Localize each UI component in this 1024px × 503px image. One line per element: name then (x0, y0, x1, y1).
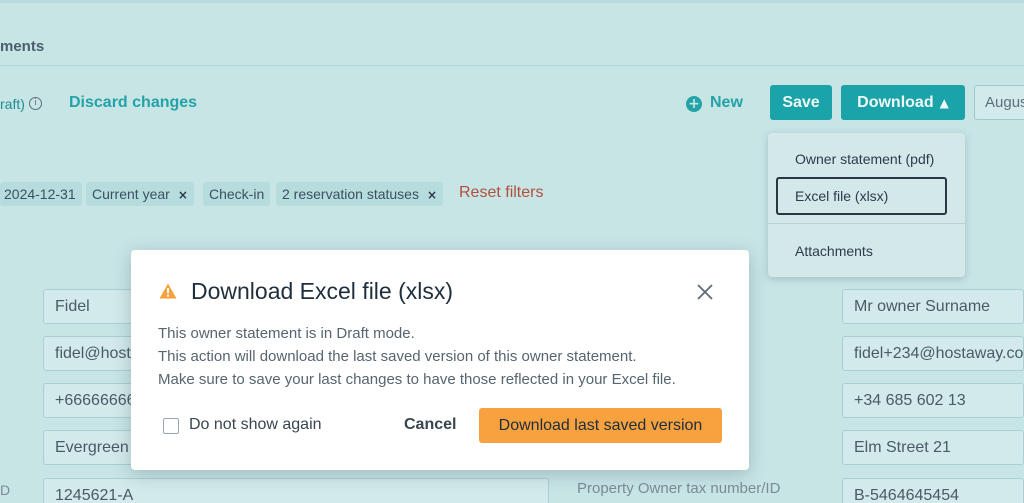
save-button[interactable]: Save (770, 85, 832, 120)
tax-number-field[interactable]: B-5464645454 (842, 478, 1024, 503)
draft-status-label: raft) (0, 96, 25, 112)
download-button[interactable]: Download ▲ (841, 85, 965, 120)
do-not-show-again-label[interactable]: Do not show again (189, 416, 322, 434)
modal-message-line: This owner statement is in Draft mode. (158, 325, 415, 342)
close-icon[interactable]: × (427, 188, 437, 202)
filter-chip-statuses[interactable]: 2 reservation statuses × (276, 182, 444, 206)
download-last-saved-button[interactable]: Download last saved version (479, 408, 722, 443)
tax-number-label: Property Owner tax number/ID (577, 480, 781, 497)
download-excel-modal: Download Excel file (xlsx) This owner st… (131, 250, 749, 470)
download-button-label: Download (857, 94, 934, 111)
download-menu: Owner statement (pdf) Excel file (xlsx) … (768, 133, 965, 277)
new-button[interactable]: + New (686, 94, 743, 112)
street-field[interactable]: Elm Street 21 (842, 430, 1024, 465)
address-field[interactable]: Evergreen (43, 430, 143, 465)
close-icon[interactable]: × (178, 188, 188, 202)
filter-chip-check-in[interactable]: Check-in (203, 182, 271, 206)
surname-field[interactable]: Mr owner Surname (842, 289, 1024, 324)
secondary-email-field[interactable]: fidel+234@hostaway.co (842, 336, 1024, 371)
reset-filters-link[interactable]: Reset filters (459, 184, 543, 202)
secondary-phone-field[interactable]: +34 685 602 13 (842, 383, 1024, 418)
phone-field[interactable]: +666666666 (43, 383, 143, 418)
discard-changes-button[interactable]: Discard changes (69, 94, 197, 112)
tab-divider (0, 65, 1024, 66)
close-icon[interactable] (696, 283, 714, 301)
modal-title: Download Excel file (xlsx) (191, 278, 454, 304)
cancel-button[interactable]: Cancel (404, 416, 456, 434)
menu-item-owner-statement-pdf[interactable]: Owner statement (pdf) (795, 151, 934, 167)
left-field-label: D (0, 482, 11, 498)
filter-chip-current-year[interactable]: Current year × (86, 182, 194, 206)
chevron-up-icon: ▲ (939, 96, 949, 110)
filter-chip-label: 2 reservation statuses (282, 186, 419, 202)
info-icon[interactable]: i (29, 97, 42, 110)
filter-chip-label: Current year (92, 186, 170, 202)
menu-divider (768, 223, 965, 224)
modal-message-line: Make sure to save your last changes to h… (158, 371, 676, 388)
top-border (0, 0, 1024, 3)
month-select[interactable]: Augus (974, 85, 1024, 120)
filter-chip-label: Check-in (209, 186, 265, 202)
plus-circle-icon: + (686, 96, 702, 112)
menu-item-attachments[interactable]: Attachments (795, 243, 873, 259)
new-button-label: New (710, 94, 743, 111)
menu-item-excel-file[interactable]: Excel file (xlsx) (795, 188, 888, 204)
id-field[interactable]: 1245621-A (43, 478, 549, 503)
modal-message-line: This action will download the last saved… (158, 348, 637, 365)
first-name-field[interactable]: Fidel (43, 289, 143, 324)
email-field[interactable]: fidel@host (43, 336, 143, 371)
filter-chip-date[interactable]: 2024-12-31 (0, 182, 82, 206)
tab-statements[interactable]: ments (0, 38, 44, 55)
do-not-show-again-checkbox[interactable] (163, 418, 179, 434)
filter-chip-label: 2024-12-31 (4, 186, 76, 202)
warning-icon (159, 283, 177, 299)
